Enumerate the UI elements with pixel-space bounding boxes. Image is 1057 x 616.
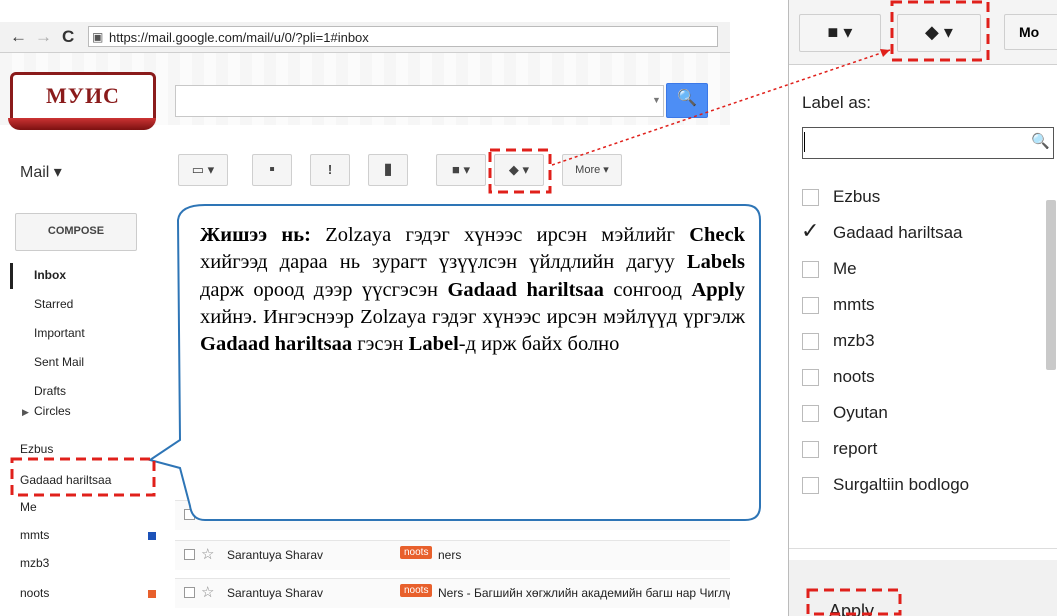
highlight-overlay [10, 0, 990, 616]
highlight-labels-button [488, 148, 552, 194]
highlight-panel-labels-button [890, 0, 990, 62]
connector-line [551, 49, 891, 166]
highlight-apply [806, 588, 902, 616]
highlight-gadaad-label [10, 457, 156, 497]
connector-arrowhead [880, 49, 890, 57]
